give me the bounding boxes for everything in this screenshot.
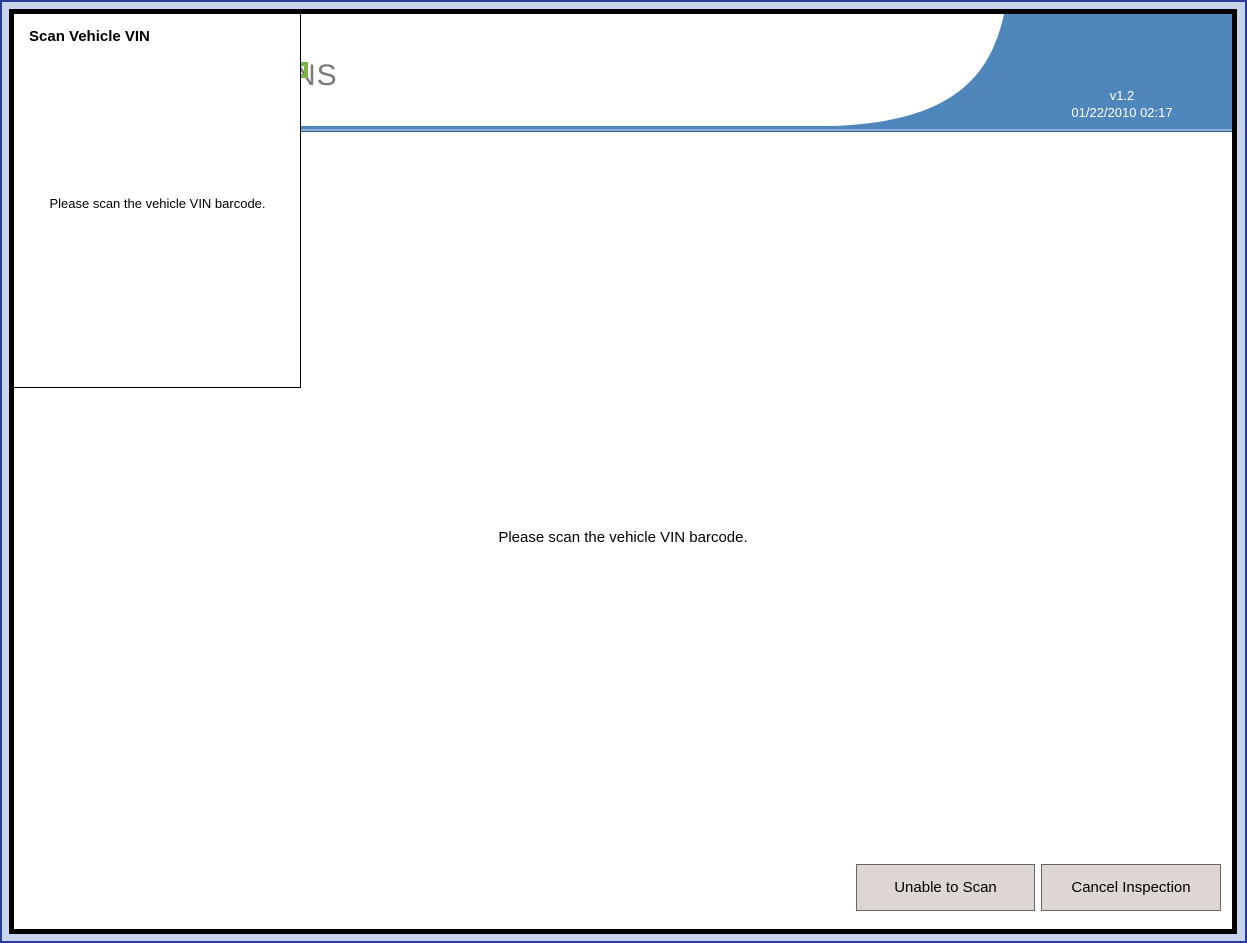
popup-message: Please scan the vehicle VIN barcode. [49, 196, 266, 211]
version-info: v1.2 01/22/2010 02:17 [1022, 87, 1222, 121]
unable-to-scan-button[interactable]: Unable to Scan [856, 864, 1035, 911]
main-instruction: Please scan the vehicle VIN barcode. [498, 529, 748, 546]
cancel-inspection-button[interactable]: Cancel Inspection [1041, 864, 1221, 911]
scan-vin-popup: Scan Vehicle VIN Please scan the vehicle… [14, 14, 301, 388]
popup-title: Scan Vehicle VIN [29, 28, 150, 45]
datetime-label: 01/22/2010 02:17 [1071, 105, 1173, 120]
version-label: v1.2 [1109, 88, 1135, 103]
app-window: NS v1.2 01/22/2010 02:17 Scan Vehicle VI… [9, 9, 1237, 934]
